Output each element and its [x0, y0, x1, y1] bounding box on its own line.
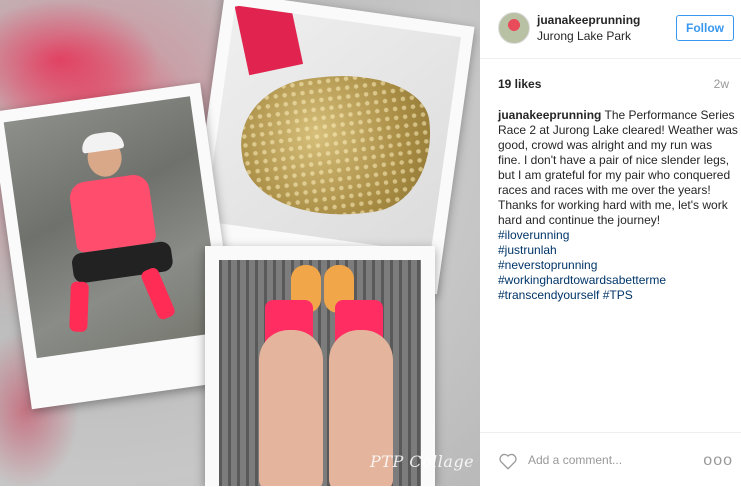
caption-username[interactable]: juanakeeprunning	[498, 108, 601, 122]
post-time[interactable]: 2w	[714, 77, 729, 91]
hashtag-link[interactable]: #TPS	[603, 288, 633, 302]
hashtag-link[interactable]: #workinghardtowardsabetterme	[498, 273, 738, 288]
post-photo[interactable]: PTP Collage	[0, 0, 480, 486]
post-sidebar: juanakeeprunning Jurong Lake Park Follow…	[480, 0, 741, 486]
username-link[interactable]: juanakeeprunning	[537, 13, 640, 27]
post-footer: Add a comment... ooo	[480, 432, 741, 487]
comment-input[interactable]: Add a comment...	[528, 453, 622, 467]
hashtag-link[interactable]: #transcendyourself	[498, 288, 599, 302]
location-link[interactable]: Jurong Lake Park	[537, 29, 631, 43]
post-caption: juanakeeprunning The Performance Series …	[498, 108, 738, 303]
medal-image	[204, 5, 462, 253]
hashtag-link[interactable]: #neverstoprunning	[498, 258, 738, 273]
runner-image	[3, 96, 224, 359]
avatar[interactable]	[498, 12, 530, 44]
medal	[233, 64, 440, 227]
follow-button[interactable]: Follow	[676, 15, 734, 41]
likes-count[interactable]: 19 likes	[498, 77, 541, 91]
more-options-icon[interactable]: ooo	[703, 452, 733, 470]
hashtag-link[interactable]: #iloverunning	[498, 228, 738, 243]
medal-ribbon	[234, 5, 304, 76]
caption-text: The Performance Series Race 2 at Jurong …	[498, 108, 738, 227]
post-header: juanakeeprunning Jurong Lake Park Follow	[480, 0, 741, 59]
heart-icon[interactable]	[498, 452, 518, 470]
collage-watermark: PTP Collage	[370, 452, 475, 471]
hashtag-link[interactable]: #justrunlah	[498, 243, 738, 258]
polaroid-legs	[205, 246, 435, 486]
